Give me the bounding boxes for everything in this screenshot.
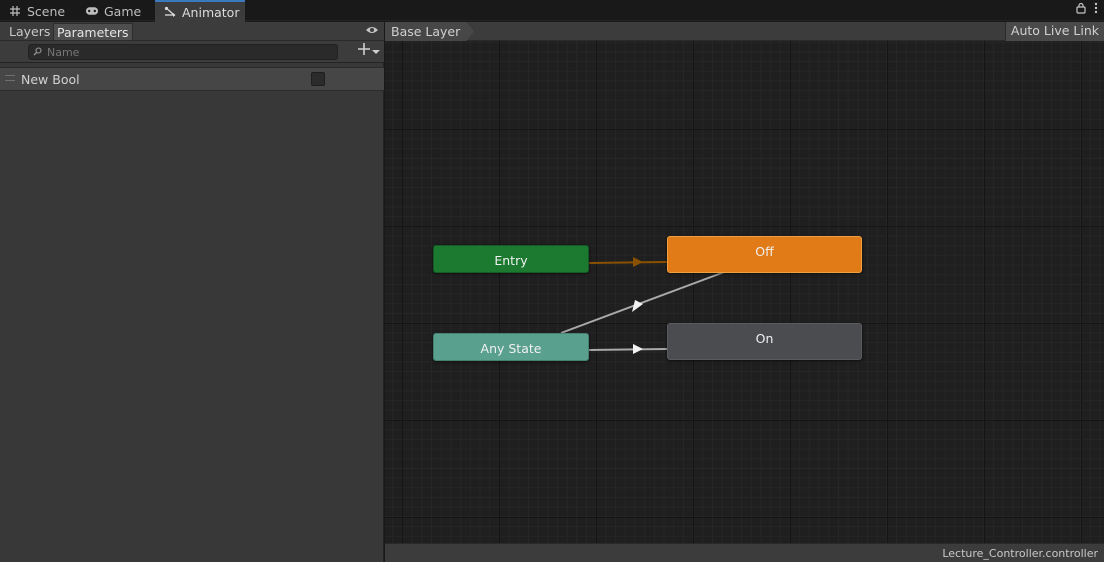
arrow-icon xyxy=(633,344,643,354)
state-label: Any State xyxy=(480,341,542,356)
panel-subtabs: Layers Parameters xyxy=(0,22,384,41)
arrow-icon xyxy=(633,257,643,267)
state-label: On xyxy=(755,331,774,346)
state-node-any-state[interactable]: Any State xyxy=(433,333,589,361)
search-input[interactable] xyxy=(47,45,317,59)
breadcrumb-base-layer[interactable]: Base Layer xyxy=(385,22,474,41)
window-tab-bar: Scene Game Animator xyxy=(0,0,1104,22)
state-label: Off xyxy=(755,244,774,259)
state-node-off[interactable]: Off xyxy=(667,236,862,273)
more-options-icon[interactable] xyxy=(1094,2,1098,17)
search-row xyxy=(0,41,384,63)
search-icon xyxy=(33,45,42,59)
parameter-name[interactable]: New Bool xyxy=(21,72,80,87)
controller-filename: Lecture_Controller.controller xyxy=(942,547,1098,560)
transition-entry-off[interactable] xyxy=(588,261,668,264)
auto-live-link-button[interactable]: Auto Live Link xyxy=(1004,22,1104,41)
window-tools xyxy=(1076,2,1098,17)
graph-footer: Lecture_Controller.controller xyxy=(385,543,1104,562)
subtab-layers[interactable]: Layers xyxy=(6,23,53,41)
tab-game[interactable]: Game xyxy=(77,1,155,21)
lock-icon[interactable] xyxy=(1076,2,1086,17)
state-node-on[interactable]: On xyxy=(667,323,862,360)
grid-icon xyxy=(8,4,22,18)
tab-label: Scene xyxy=(27,3,66,19)
tab-animator[interactable]: Animator xyxy=(155,0,245,22)
parameters-panel: Layers Parameters New Bool xyxy=(0,22,384,562)
layer-breadcrumb-bar: Base Layer Auto Live Link xyxy=(385,22,1104,41)
tab-scene[interactable]: Scene xyxy=(0,1,76,21)
gamepad-icon xyxy=(85,4,99,18)
state-node-entry[interactable]: Entry xyxy=(433,245,589,273)
eye-icon[interactable] xyxy=(365,24,379,38)
plus-icon xyxy=(358,43,370,58)
drag-handle-icon[interactable] xyxy=(5,75,15,81)
transition-edges xyxy=(560,257,728,354)
add-parameter-button[interactable] xyxy=(358,43,380,58)
arrow-icon xyxy=(632,300,643,312)
parameter-search xyxy=(28,44,338,60)
animator-icon xyxy=(163,5,177,19)
state-label: Entry xyxy=(494,253,528,268)
parameter-bool-checkbox[interactable] xyxy=(311,72,325,86)
tab-label: Animator xyxy=(182,4,240,20)
transition-any-on[interactable] xyxy=(588,348,668,351)
animator-graph[interactable]: Entry Off Any State On Base Layer Auto L… xyxy=(385,22,1104,562)
subtab-parameters[interactable]: Parameters xyxy=(53,23,133,41)
chevron-down-icon xyxy=(372,44,380,58)
parameter-row[interactable]: New Bool xyxy=(0,67,384,91)
tab-label: Game xyxy=(104,3,142,19)
